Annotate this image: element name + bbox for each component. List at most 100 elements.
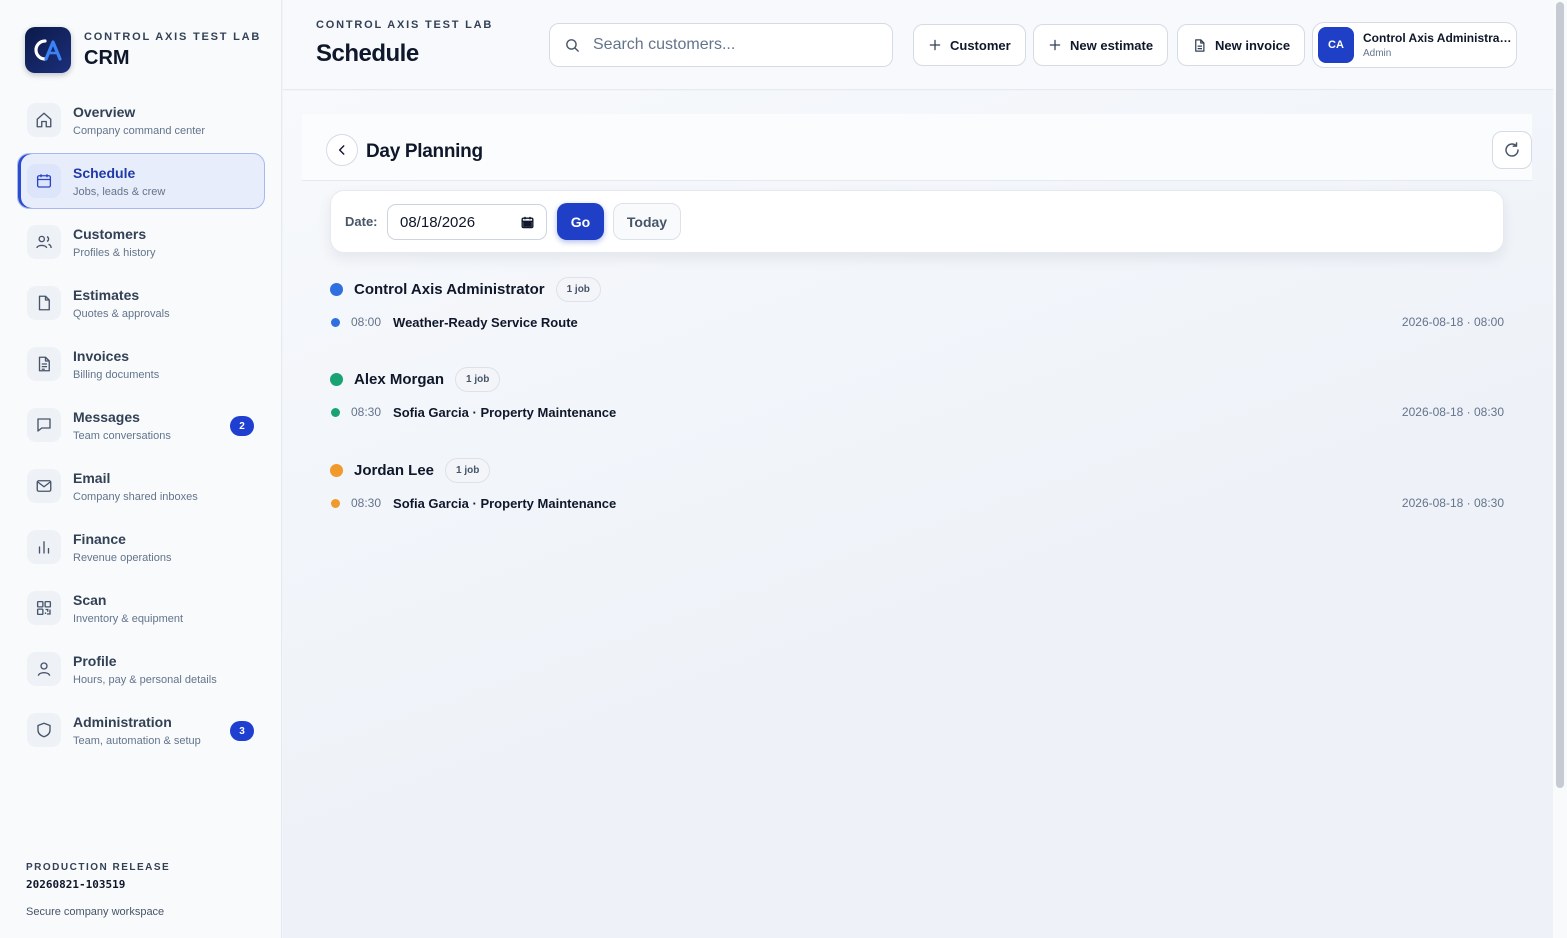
panel-header: Day Planning — [302, 114, 1532, 181]
avatar: CA — [1318, 27, 1354, 63]
job-row[interactable]: 08:00 Weather-Ready Service Route 2026-0… — [330, 312, 1504, 332]
sidebar-item-label: Invoices — [73, 347, 130, 364]
bar-chart-icon — [27, 530, 61, 564]
new-estimate-button[interactable]: New estimate — [1033, 24, 1169, 66]
search-input[interactable] — [593, 36, 873, 54]
top-header: CONTROL AXIS TEST LAB Schedule Customer … — [283, 0, 1553, 90]
sidebar-item-profile[interactable]: Profile Hours, pay & personal details — [17, 641, 265, 697]
sidebar-item-scan[interactable]: Scan Inventory & equipment — [17, 580, 265, 636]
administration-count-badge: 3 — [230, 721, 254, 741]
sidebar-item-desc: Inventory & equipment — [73, 612, 184, 625]
sidebar-nav: Overview Company command center Schedule J… — [17, 92, 265, 763]
job-time: 08:30 — [351, 405, 382, 419]
sidebar-item-desc: Company command center — [73, 124, 206, 137]
refresh-button[interactable] — [1492, 131, 1532, 169]
chevron-left-icon — [335, 143, 349, 157]
job-color-dot — [331, 407, 340, 417]
panel-title: Day Planning — [366, 141, 483, 162]
sidebar-item-desc: Revenue operations — [73, 551, 172, 564]
scrollbar-thumb[interactable] — [1556, 2, 1564, 788]
job-count-badge: 1 job — [455, 366, 501, 392]
new-invoice-button[interactable]: New invoice — [1177, 24, 1306, 66]
document-icon — [27, 347, 61, 381]
job-timestamp: 2026-08-18 · 08:00 — [1401, 315, 1504, 329]
today-button[interactable]: Today — [613, 203, 681, 240]
home-icon — [27, 103, 61, 137]
sidebar-item-label: Email — [73, 469, 111, 486]
crew-color-dot — [330, 372, 343, 386]
sidebar-item-finance[interactable]: Finance Revenue operations — [17, 519, 265, 575]
calendar-icon[interactable] — [520, 215, 535, 234]
job-timestamp: 2026-08-18 · 08:30 — [1401, 405, 1504, 419]
date-filter-bar: Date: 08/18/2026 Go Today — [330, 190, 1504, 253]
user-icon — [27, 652, 61, 686]
job-time: 08:30 — [351, 496, 382, 510]
release-note: Secure company workspace — [26, 906, 165, 918]
sidebar-item-schedule[interactable]: Schedule Jobs, leads & crew — [17, 153, 265, 209]
search-icon — [564, 37, 581, 54]
brand-logo-icon — [25, 27, 71, 73]
refresh-icon — [1503, 141, 1521, 159]
user-role: Admin — [1363, 48, 1392, 59]
new-invoice-label: New invoice — [1215, 37, 1291, 53]
user-menu[interactable]: CA Control Axis Administrator Admin — [1312, 22, 1517, 68]
date-value: 08/18/2026 — [400, 213, 476, 231]
sidebar: CONTROL AXIS TEST LAB CRM Overview Compan… — [0, 0, 282, 938]
add-customer-label: Customer — [950, 37, 1011, 53]
sidebar-item-desc: Team conversations — [73, 429, 171, 442]
mail-icon — [27, 469, 61, 503]
sidebar-item-email[interactable]: Email Company shared inboxes — [17, 458, 265, 514]
release-info: PRODUCTION RELEASE 20260821-103519 Secur… — [26, 862, 170, 918]
sidebar-item-estimates[interactable]: Estimates Quotes & approvals — [17, 275, 265, 331]
sidebar-item-label: Schedule — [73, 164, 136, 181]
sidebar-item-label: Administration — [73, 713, 172, 730]
crew-name: Control Axis Administrator — [354, 280, 545, 298]
crew-group: Control Axis Administrator 1 job 08:00 W… — [330, 276, 1504, 332]
brand[interactable]: CONTROL AXIS TEST LAB CRM — [25, 27, 261, 73]
sidebar-item-desc: Profiles & history — [73, 246, 156, 259]
sidebar-item-overview[interactable]: Overview Company command center — [17, 92, 265, 148]
job-count-badge: 1 job — [555, 276, 601, 302]
sidebar-item-customers[interactable]: Customers Profiles & history — [17, 214, 265, 270]
sidebar-item-label: Messages — [73, 408, 140, 425]
job-row[interactable]: 08:30 Sofia Garcia · Property Maintenanc… — [330, 493, 1504, 513]
sidebar-item-label: Profile — [73, 652, 117, 669]
date-input[interactable]: 08/18/2026 — [387, 204, 547, 240]
brand-title: CRM — [84, 46, 130, 69]
plus-icon — [928, 38, 942, 52]
users-icon — [27, 225, 61, 259]
user-name: Control Axis Administrator — [1363, 31, 1513, 45]
job-color-dot — [331, 498, 340, 508]
sidebar-item-desc: Hours, pay & personal details — [73, 673, 217, 686]
sidebar-item-desc: Quotes & approvals — [73, 307, 170, 320]
job-title: Weather-Ready Service Route — [393, 314, 578, 330]
sidebar-item-administration[interactable]: Administration Team, automation & setup 3 — [17, 702, 265, 758]
search-box[interactable] — [549, 23, 893, 67]
job-count-badge: 1 job — [445, 457, 491, 483]
plus-icon — [1048, 38, 1062, 52]
main-content: Day Planning Date: 08/18/2026 Go Today C… — [283, 91, 1553, 938]
sidebar-item-label: Overview — [73, 103, 136, 120]
sidebar-item-label: Scan — [73, 591, 107, 608]
sidebar-item-messages[interactable]: Messages Team conversations 2 — [17, 397, 265, 453]
sidebar-item-desc: Company shared inboxes — [73, 490, 198, 503]
go-button[interactable]: Go — [557, 203, 604, 240]
calendar-icon — [27, 164, 61, 198]
message-icon — [27, 408, 61, 442]
job-row[interactable]: 08:30 Sofia Garcia · Property Maintenanc… — [330, 402, 1504, 422]
crew-name: Alex Morgan — [354, 370, 445, 388]
crew-color-dot — [330, 282, 343, 296]
sidebar-item-desc: Team, automation & setup — [73, 734, 201, 747]
sidebar-item-invoices[interactable]: Invoices Billing documents — [17, 336, 265, 392]
sidebar-item-label: Customers — [73, 225, 147, 242]
scrollbar[interactable] — [1553, 0, 1567, 938]
document-icon — [1192, 38, 1207, 53]
job-time: 08:00 — [351, 315, 382, 329]
add-customer-button[interactable]: Customer — [913, 24, 1026, 66]
sidebar-item-label: Finance — [73, 530, 126, 547]
messages-count-badge: 2 — [230, 416, 254, 436]
new-estimate-label: New estimate — [1070, 37, 1154, 53]
back-button[interactable] — [326, 134, 358, 166]
job-title: Sofia Garcia · Property Maintenance — [393, 495, 617, 511]
sidebar-item-desc: Billing documents — [73, 368, 160, 381]
